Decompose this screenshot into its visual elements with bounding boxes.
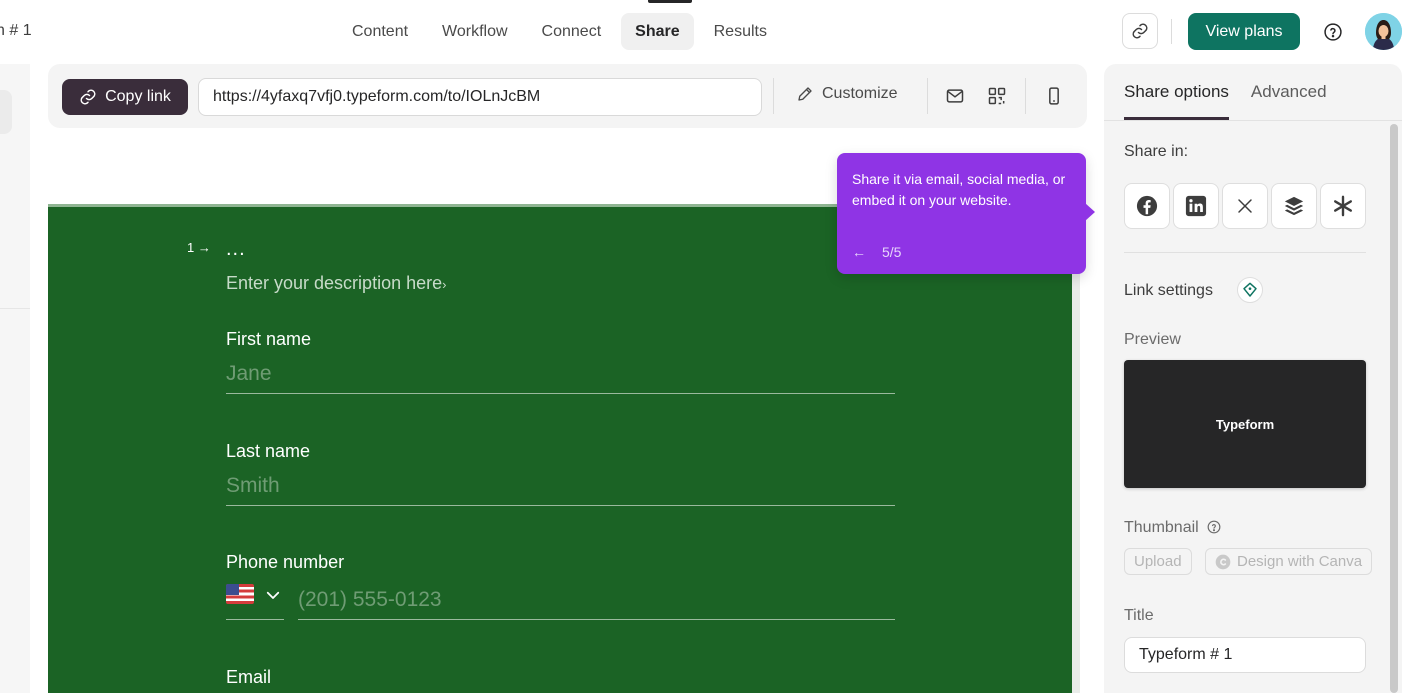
tab-content[interactable]: Content (338, 13, 422, 50)
panel-tabs: Share options Advanced (1124, 82, 1327, 120)
share-in-label: Share in: (1124, 143, 1189, 160)
share-url-field[interactable]: https://4yfaxq7vfj0.typeform.com/to/IOLn… (198, 78, 762, 116)
link-icon (80, 89, 96, 105)
divider (1104, 120, 1402, 121)
country-code-select[interactable] (226, 584, 284, 620)
social-share-buttons (1124, 183, 1366, 229)
facebook-icon[interactable] (1124, 183, 1170, 229)
sidebar-item[interactable] (0, 90, 12, 134)
canva-label: Design with Canva (1237, 553, 1363, 570)
thumbnail-label: Thumbnail (1124, 519, 1199, 536)
tab-share-options[interactable]: Share options (1124, 82, 1229, 120)
customize-button[interactable]: Customize (796, 85, 898, 103)
customize-label: Customize (822, 85, 898, 102)
preview-label: Preview (1124, 331, 1181, 348)
onboarding-tooltip: Share it via email, social media, or emb… (837, 153, 1086, 274)
arrow-left-icon[interactable]: ← (852, 244, 866, 260)
top-bar: n # 1 Content Workflow Connect Share Res… (0, 0, 1419, 64)
main-nav: Content Workflow Connect Share Results (338, 13, 781, 50)
link-settings-label: Link settings (1124, 282, 1213, 299)
upload-button[interactable]: Upload (1124, 548, 1192, 575)
divider (1171, 19, 1172, 44)
phone-number-input[interactable]: (201) 555-0123 (298, 586, 895, 620)
link-preview-card: Typeform (1124, 360, 1366, 488)
email-label: Email (226, 667, 272, 687)
tab-share[interactable]: Share (621, 13, 694, 50)
tooltip-pointer (1085, 203, 1095, 221)
share-toolbar: Copy link https://4yfaxq7vfj0.typeform.c… (48, 64, 1087, 128)
link-icon (1132, 23, 1148, 39)
copy-link-label: Copy link (105, 88, 171, 105)
divider (0, 308, 30, 309)
form-name[interactable]: n # 1 (0, 22, 32, 40)
tab-advanced[interactable]: Advanced (1251, 82, 1327, 120)
left-sidebar-edge (0, 64, 30, 693)
pencil-icon (798, 87, 812, 101)
divider (1124, 252, 1366, 253)
linkedin-icon[interactable] (1173, 183, 1219, 229)
tooltip-footer: ← 5/5 (852, 244, 901, 260)
us-flag-icon (226, 584, 254, 604)
divider (773, 78, 774, 114)
divider (1025, 78, 1026, 114)
x-icon[interactable] (1222, 183, 1268, 229)
preview-scrollbar[interactable] (1072, 207, 1080, 693)
help-icon[interactable] (1320, 19, 1346, 45)
title-input[interactable]: Typeform # 1 (1124, 637, 1366, 673)
mobile-preview-icon[interactable] (1043, 85, 1065, 107)
title-label: Title (1124, 607, 1154, 624)
tooltip-text: Share it via email, social media, or emb… (852, 171, 1066, 208)
qr-code-icon[interactable] (986, 85, 1008, 107)
panel-scrollbar[interactable] (1390, 124, 1398, 693)
view-plans-button[interactable]: View plans (1188, 13, 1300, 50)
last-name-input[interactable]: Smith (226, 472, 895, 506)
asterisk-icon[interactable] (1320, 183, 1366, 229)
canva-icon (1215, 554, 1231, 569)
diamond-icon (1237, 277, 1263, 303)
tab-connect[interactable]: Connect (528, 13, 616, 50)
first-name-input[interactable]: Jane (226, 360, 895, 394)
tab-workflow[interactable]: Workflow (428, 13, 522, 50)
tooltip-step: 5/5 (882, 244, 902, 260)
buffer-icon[interactable] (1271, 183, 1317, 229)
active-tab-indicator (648, 0, 692, 3)
question-number: 1 → (187, 240, 211, 255)
first-name-label: First name (226, 329, 312, 349)
copy-link-icon-button[interactable] (1122, 13, 1158, 49)
divider (927, 78, 928, 114)
design-with-canva-button[interactable]: Design with Canva (1205, 548, 1373, 575)
question-description: Enter your description here› (226, 273, 447, 293)
info-icon[interactable] (1207, 520, 1221, 534)
chevron-down-icon (266, 591, 280, 599)
phone-number-label: Phone number (226, 552, 345, 572)
tab-results[interactable]: Results (700, 13, 781, 50)
email-icon[interactable] (944, 85, 966, 107)
question-title: ... (226, 238, 246, 260)
avatar[interactable] (1365, 13, 1402, 50)
copy-link-button[interactable]: Copy link (62, 79, 188, 115)
last-name-label: Last name (226, 441, 311, 461)
